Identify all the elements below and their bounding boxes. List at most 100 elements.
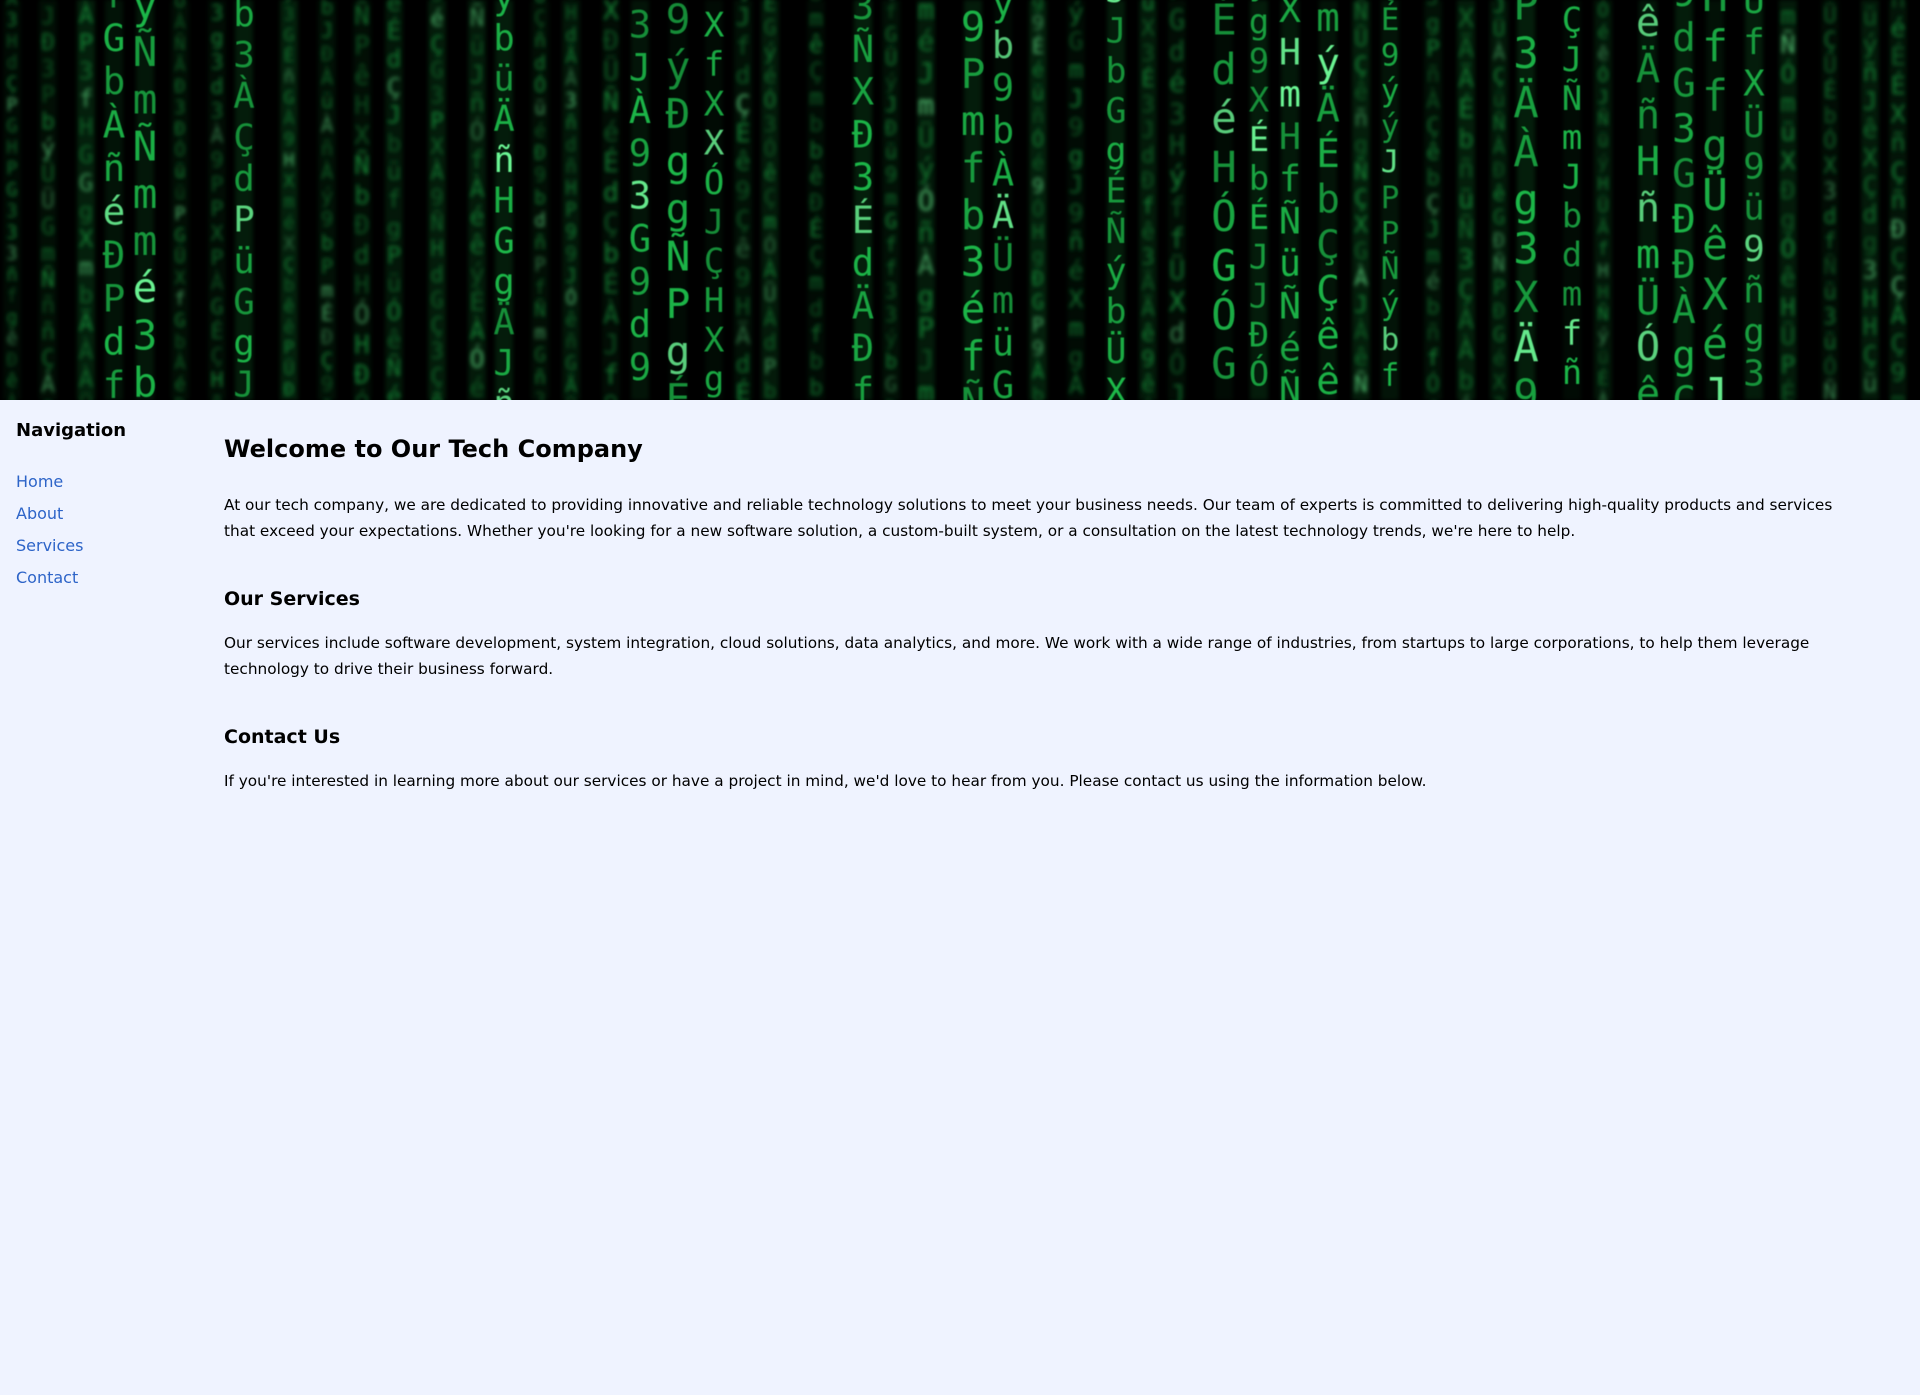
code-glyph: Ç <box>1863 171 1878 200</box>
code-glyph: b <box>1562 196 1582 236</box>
code-glyph: X <box>284 171 295 192</box>
code-glyph: é <box>387 381 402 400</box>
nav-link-contact[interactable]: Contact <box>16 568 78 587</box>
code-glyph: Ü <box>1169 254 1185 286</box>
code-glyph: Ä <box>174 55 185 76</box>
code-glyph: d <box>629 302 651 346</box>
code-glyph: À <box>1458 334 1474 366</box>
code-glyph: ñ <box>321 396 333 400</box>
nav-link-home[interactable]: Home <box>16 472 63 491</box>
code-glyph: Ó <box>354 299 370 331</box>
code-glyph: É <box>852 198 874 242</box>
code-glyph: f <box>387 184 402 213</box>
code-glyph: J <box>1426 0 1439 11</box>
code-glyph: À <box>321 112 333 137</box>
code-glyph: Ç <box>809 59 823 85</box>
code-glyph: À <box>6 0 17 10</box>
code-glyph: m <box>1426 243 1439 269</box>
code-glyph: g <box>1105 132 1126 172</box>
code-glyph: P <box>79 28 94 57</box>
code-glyph: f <box>1743 22 1765 63</box>
code-glyph: ñ <box>6 265 17 286</box>
code-glyph: b <box>387 128 402 157</box>
code-glyph: É <box>666 375 691 400</box>
code-glyph: P <box>321 254 333 278</box>
code-glyph: f <box>103 363 126 400</box>
code-glyph: Ð <box>1672 196 1696 242</box>
code-glyph: g <box>1780 205 1795 234</box>
code-glyph: 9 <box>1069 198 1084 227</box>
code-glyph: ü <box>321 89 333 113</box>
code-glyph: g <box>1513 176 1539 225</box>
code-glyph: 9 <box>629 259 651 303</box>
code-glyph: Ç <box>1426 191 1439 217</box>
code-glyph: Ñ <box>1279 283 1301 327</box>
code-glyph: Ç <box>41 346 55 372</box>
code-glyph: b <box>809 111 823 137</box>
code-glyph: Ä <box>79 308 94 337</box>
code-glyph: ê <box>354 61 370 91</box>
code-glyph: g <box>918 280 935 313</box>
code-glyph: m <box>885 186 897 210</box>
code-glyph: H <box>354 330 370 360</box>
main-content: Welcome to Our Tech Company At our tech … <box>224 432 1854 794</box>
code-glyph: Ç <box>430 364 443 390</box>
code-glyph: m <box>534 321 546 344</box>
code-glyph: b <box>809 0 823 6</box>
code-glyph: Ñ <box>1354 157 1368 185</box>
code-glyph: Ó <box>1823 354 1836 380</box>
code-glyph: Ð <box>103 233 126 277</box>
code-glyph: X <box>1863 143 1878 172</box>
code-glyph: Ñ <box>534 299 546 322</box>
code-glyph: ý <box>41 135 55 161</box>
code-glyph: m <box>321 278 333 302</box>
code-glyph: Ç <box>1672 378 1696 400</box>
contact-heading: Contact Us <box>224 726 341 748</box>
code-glyph: f <box>1702 22 1728 72</box>
code-glyph: P <box>666 280 691 328</box>
code-glyph: é <box>470 202 485 231</box>
page-title: Welcome to Our Tech Company <box>224 435 643 463</box>
code-glyph: ñ <box>1890 128 1905 157</box>
code-glyph: É <box>1823 78 1836 104</box>
code-glyph: 9 <box>321 207 333 231</box>
code-glyph: Ð <box>1032 267 1044 291</box>
nav-link-services[interactable]: Services <box>16 536 83 555</box>
code-glyph: G <box>885 23 897 47</box>
code-glyph: b <box>1316 176 1340 222</box>
code-glyph: ê <box>1354 79 1368 105</box>
code-glyph: m <box>918 0 935 26</box>
code-glyph: À <box>1493 40 1505 65</box>
code-glyph: ñ <box>565 111 577 134</box>
code-glyph: m <box>133 75 158 123</box>
code-glyph: b <box>603 238 619 269</box>
nav-link-about[interactable]: About <box>16 504 63 523</box>
code-glyph: Ð <box>1249 316 1269 356</box>
code-glyph: Ð <box>885 116 897 140</box>
code-glyph: Ñ <box>354 149 370 181</box>
code-glyph: Ç <box>430 32 443 58</box>
code-glyph: b <box>133 359 158 400</box>
code-glyph: 9 <box>565 221 577 244</box>
code-glyph: É <box>764 0 777 15</box>
code-glyph: é <box>1426 268 1439 294</box>
code-glyph: P <box>1426 36 1439 62</box>
code-glyph: É <box>809 215 823 243</box>
code-glyph: 3 <box>430 83 443 109</box>
code-glyph: Ó <box>1032 127 1044 151</box>
code-glyph: Ñ <box>1381 251 1400 287</box>
code-glyph: 9 <box>735 263 750 292</box>
code-glyph: G <box>629 216 651 260</box>
code-glyph: J <box>1597 86 1608 108</box>
code-glyph: Ñ <box>354 0 370 32</box>
code-glyph: Ü <box>764 281 777 306</box>
code-glyph: H <box>1597 173 1608 195</box>
code-glyph: ñ <box>1458 155 1474 185</box>
code-glyph: g <box>1672 333 1696 379</box>
code-glyph: Ç <box>809 243 823 269</box>
code-glyph: ê <box>1636 369 1660 400</box>
code-glyph: ý <box>470 259 485 288</box>
code-glyph: f <box>852 369 874 400</box>
code-glyph: É <box>735 379 750 400</box>
code-glyph: d <box>1211 45 1237 95</box>
